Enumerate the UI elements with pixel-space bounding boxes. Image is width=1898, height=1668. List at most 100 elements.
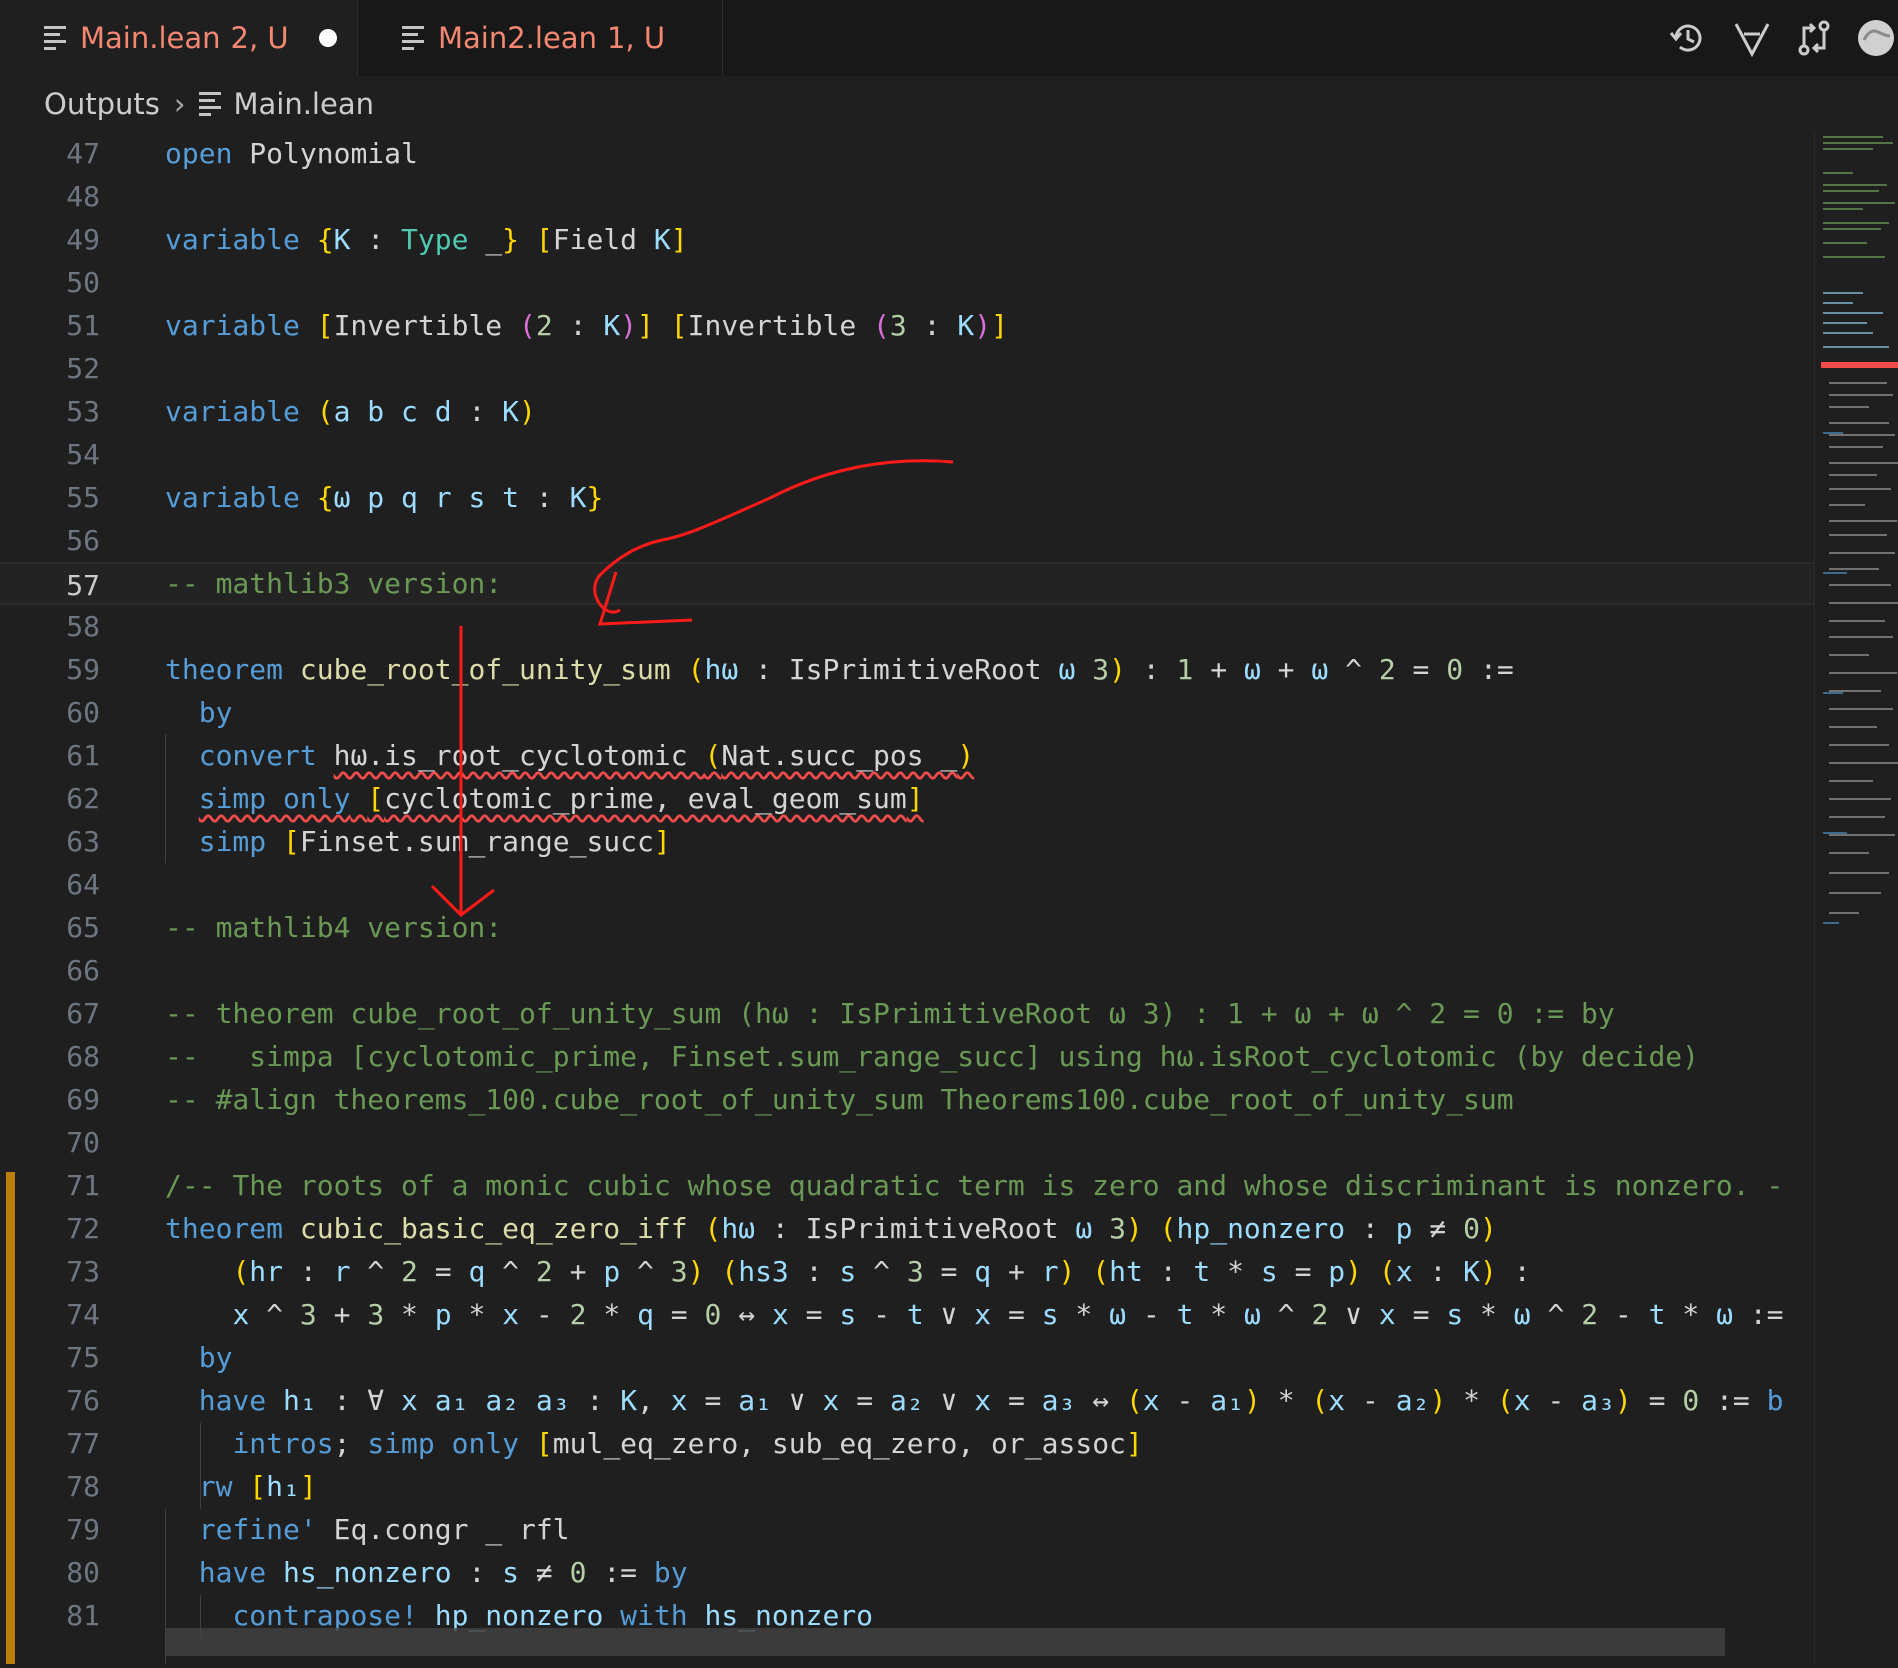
line-number: 47 [66,137,100,170]
line-text: by [198,696,233,729]
line-text: intros; simp only [mul_eq_zero, sub_eq_z… [232,1427,1143,1460]
breadcrumb-folder[interactable]: Outputs [44,87,160,121]
code-line[interactable]: 55 variable {ω p q r s t : K} [0,476,1814,519]
comment-text: -- theorem cube_root_of_unity_sum (hω : … [165,997,1615,1030]
tab-status: 1, U [606,21,666,55]
line-text: simp [Finset.sum_range_succ] [198,825,671,858]
code-line[interactable]: 58 [0,605,1814,648]
line-number: 57 [66,569,100,602]
code-line[interactable]: 76 have h₁ : ∀ x a₁ a₂ a₃ : K, x = a₁ ∨ … [0,1379,1814,1422]
line-number: 70 [66,1126,100,1159]
code-line[interactable]: 64 [0,863,1814,906]
code-line[interactable]: 60 by [0,691,1814,734]
tab-main2-lean[interactable]: Main2.lean 1, U [358,0,723,76]
code-line[interactable]: 66 [0,949,1814,992]
code-line[interactable]: 63 simp [Finset.sum_range_succ] [0,820,1814,863]
code-line[interactable]: 59 theorem cube_root_of_unity_sum (hω : … [0,648,1814,691]
unsaved-dot-icon[interactable] [318,29,337,47]
line-text: (hr : r ^ 2 = q ^ 2 + p ^ 3) (hs3 : s ^ … [232,1255,1531,1288]
avatar-icon[interactable] [1856,18,1896,58]
breadcrumb: Outputs › Main.lean [0,76,1898,132]
line-number: 66 [66,954,100,987]
line-text: variable {K : Type _} [Field K] [165,223,688,256]
file-lines-icon [402,22,424,54]
line-text: variable [Invertible (2 : K)] [Invertibl… [165,309,1008,342]
code-line[interactable]: 73 (hr : r ^ 2 = q ^ 2 + p ^ 3) (hs3 : s… [0,1250,1814,1293]
breadcrumb-file[interactable]: Main.lean [233,87,374,121]
file-lines-icon [44,22,66,54]
code-line-current[interactable]: 57 -- mathlib3 version: [0,562,1814,605]
code-line[interactable]: 72 theorem cubic_basic_eq_zero_iff (hω :… [0,1207,1814,1250]
code-line[interactable]: 49 variable {K : Type _} [Field K] [0,218,1814,261]
tab-label: Main.lean [80,21,221,55]
code-line[interactable]: 62 simp only [cyclotomic_prime, eval_geo… [0,777,1814,820]
comment-text: -- #align theorems_100.cube_root_of_unit… [165,1083,1514,1116]
line-number: 50 [66,266,100,299]
line-number: 79 [66,1513,100,1546]
line-text: variable {ω p q r s t : K} [165,481,604,514]
line-number: 52 [66,352,100,385]
minimap[interactable] [1814,132,1898,1664]
code-line[interactable]: 79 refine' Eq.congr _ rfl [0,1508,1814,1551]
comment-text: -- simpa [cyclotomic_prime, Finset.sum_r… [165,1040,1700,1073]
line-text: variable (a b c d : K) [165,395,536,428]
doc-comment-text: /-- The roots of a monic cubic whose qua… [165,1169,1784,1202]
line-number: 71 [66,1169,100,1202]
git-modified-gutter [6,1172,15,1664]
filter-icon[interactable] [1732,18,1772,58]
line-text: rw [h₁] [198,1470,317,1503]
line-number: 72 [66,1212,100,1245]
comment-text: -- mathlib3 version: [165,567,503,600]
code-line[interactable]: 80 have hs_nonzero : s ≠ 0 := by [0,1551,1814,1594]
code-line[interactable]: 52 [0,347,1814,390]
line-text: convert hω.is_root_cyclotomic (Nat.succ_… [198,739,975,772]
line-number: 53 [66,395,100,428]
line-text: refine' Eq.congr _ rfl [198,1513,570,1546]
code-editor[interactable]: 47 open Polynomial 48 49 variable {K : T… [0,132,1814,1664]
line-text: simp only [cyclotomic_prime, eval_geom_s… [198,782,924,815]
line-number: 61 [66,739,100,772]
chevron-right-icon: › [173,87,186,121]
line-number: 54 [66,438,100,471]
code-line[interactable]: 65 -- mathlib4 version: [0,906,1814,949]
file-lines-icon [199,88,222,120]
line-number: 80 [66,1556,100,1589]
code-line[interactable]: 48 [0,175,1814,218]
code-line[interactable]: 68 -- simpa [cyclotomic_prime, Finset.su… [0,1035,1814,1078]
line-number: 81 [66,1599,100,1632]
code-line[interactable]: 74 x ^ 3 + 3 * p * x - 2 * q = 0 ↔ x = s… [0,1293,1814,1336]
code-line[interactable]: 78 rw [h₁] [0,1465,1814,1508]
code-line[interactable]: 71 /-- The roots of a monic cubic whose … [0,1164,1814,1207]
line-text: have h₁ : ∀ x a₁ a₂ a₃ : K, x = a₁ ∨ x =… [198,1384,1784,1417]
line-text: by [198,1341,233,1374]
compare-icon[interactable] [1794,18,1834,58]
line-number: 78 [66,1470,100,1503]
line-number: 48 [66,180,100,213]
code-line[interactable]: 77 intros; simp only [mul_eq_zero, sub_e… [0,1422,1814,1465]
code-line[interactable]: 53 variable (a b c d : K) [0,390,1814,433]
code-line[interactable]: 47 open Polynomial [0,132,1814,175]
line-number: 63 [66,825,100,858]
line-number: 75 [66,1341,100,1374]
line-number: 68 [66,1040,100,1073]
code-line[interactable]: 70 [0,1121,1814,1164]
code-line[interactable]: 69 -- #align theorems_100.cube_root_of_u… [0,1078,1814,1121]
line-text: open Polynomial [165,137,418,170]
line-number: 74 [66,1298,100,1331]
code-line[interactable]: 54 [0,433,1814,476]
code-line[interactable]: 50 [0,261,1814,304]
code-line[interactable]: 61 convert hω.is_root_cyclotomic (Nat.su… [0,734,1814,777]
code-line[interactable]: 75 by [0,1336,1814,1379]
line-number: 73 [66,1255,100,1288]
line-number: 60 [66,696,100,729]
tab-label: Main2.lean [438,21,597,55]
code-line[interactable]: 51 variable [Invertible (2 : K)] [Invert… [0,304,1814,347]
line-number: 69 [66,1083,100,1116]
tab-main-lean[interactable]: Main.lean 2, U [0,0,358,76]
line-number: 55 [66,481,100,514]
history-icon[interactable] [1668,18,1708,58]
tab-status: 2, U [230,21,289,55]
code-line[interactable]: 67 -- theorem cube_root_of_unity_sum (hω… [0,992,1814,1035]
horizontal-scrollbar[interactable] [165,1628,1725,1656]
code-line[interactable]: 56 [0,519,1814,562]
